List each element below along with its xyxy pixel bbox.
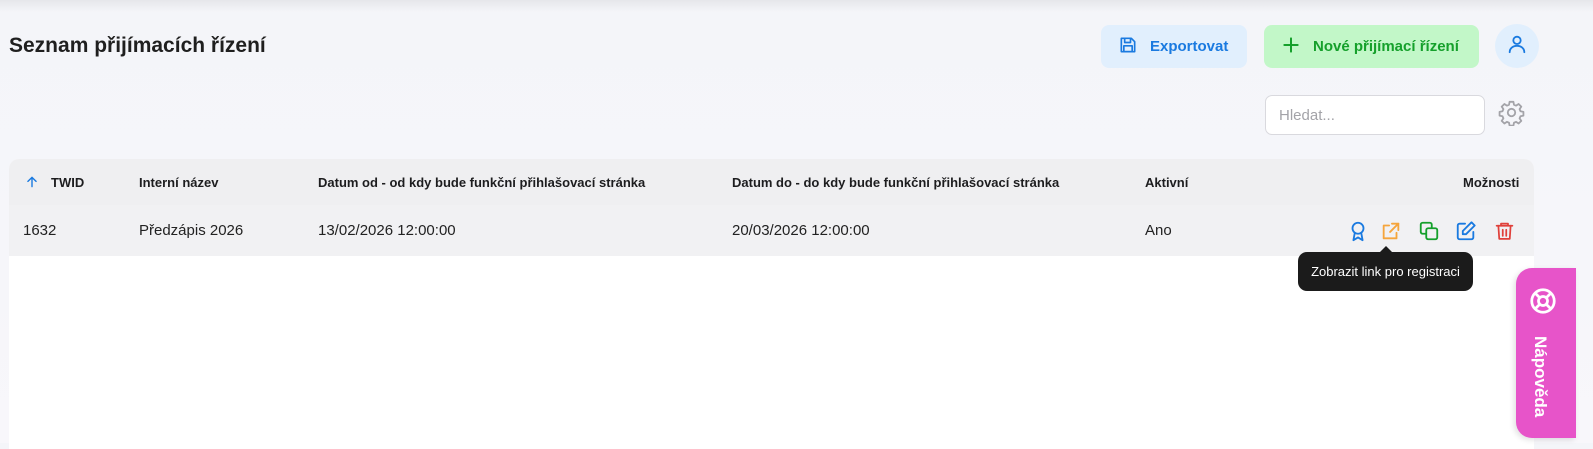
new-admission-label: Nové přijímací řízení — [1313, 38, 1459, 55]
page-title: Seznam přijímacích řízení — [9, 34, 266, 57]
gear-icon — [1498, 99, 1525, 131]
search-input[interactable] — [1265, 95, 1485, 135]
cell-internal-name: Předzápis 2026 — [139, 222, 244, 239]
trash-icon[interactable] — [1491, 218, 1517, 244]
new-admission-button[interactable]: Nové přijímací řízení — [1264, 25, 1479, 68]
help-label: Nápověda — [1531, 336, 1550, 418]
plus-icon — [1281, 35, 1301, 59]
external-link-icon[interactable] — [1378, 218, 1404, 244]
table-header: TWID Interní název Datum od - od kdy bud… — [9, 159, 1534, 205]
award-icon[interactable] — [1345, 218, 1371, 244]
cell-date-from: 13/02/2026 12:00:00 — [318, 222, 456, 239]
column-header-twid[interactable]: TWID — [51, 175, 84, 190]
export-label: Exportovat — [1150, 38, 1229, 55]
table-row[interactable]: 1632 Předzápis 2026 13/02/2026 12:00:00 … — [9, 205, 1534, 256]
cell-date-to: 20/03/2026 12:00:00 — [732, 222, 870, 239]
lifebuoy-icon — [1528, 286, 1558, 321]
column-header-date-from[interactable]: Datum od - od kdy bude funkční přihlašov… — [318, 175, 645, 190]
column-header-active[interactable]: Aktivní — [1145, 175, 1188, 190]
admission-table: TWID Interní název Datum od - od kdy bud… — [9, 159, 1534, 449]
tooltip: Zobrazit link pro registraci — [1298, 246, 1473, 291]
edit-icon[interactable] — [1453, 218, 1479, 244]
user-icon — [1506, 33, 1528, 60]
save-icon — [1118, 35, 1138, 59]
copy-icon[interactable] — [1416, 218, 1442, 244]
user-menu-button[interactable] — [1495, 24, 1539, 68]
cell-twid: 1632 — [23, 222, 57, 239]
cell-active: Ano — [1145, 222, 1172, 239]
topbar-shadow — [0, 0, 1593, 12]
sort-ascending-icon[interactable] — [25, 175, 39, 192]
export-button[interactable]: Exportovat — [1101, 25, 1247, 68]
column-header-internal-name[interactable]: Interní název — [139, 175, 218, 190]
help-tab[interactable]: Nápověda — [1516, 268, 1576, 438]
column-header-options: Možnosti — [1463, 175, 1520, 190]
table-settings-button[interactable] — [1497, 99, 1525, 131]
column-header-date-to[interactable]: Datum do - do kdy bude funkční přihlašov… — [732, 175, 1059, 190]
